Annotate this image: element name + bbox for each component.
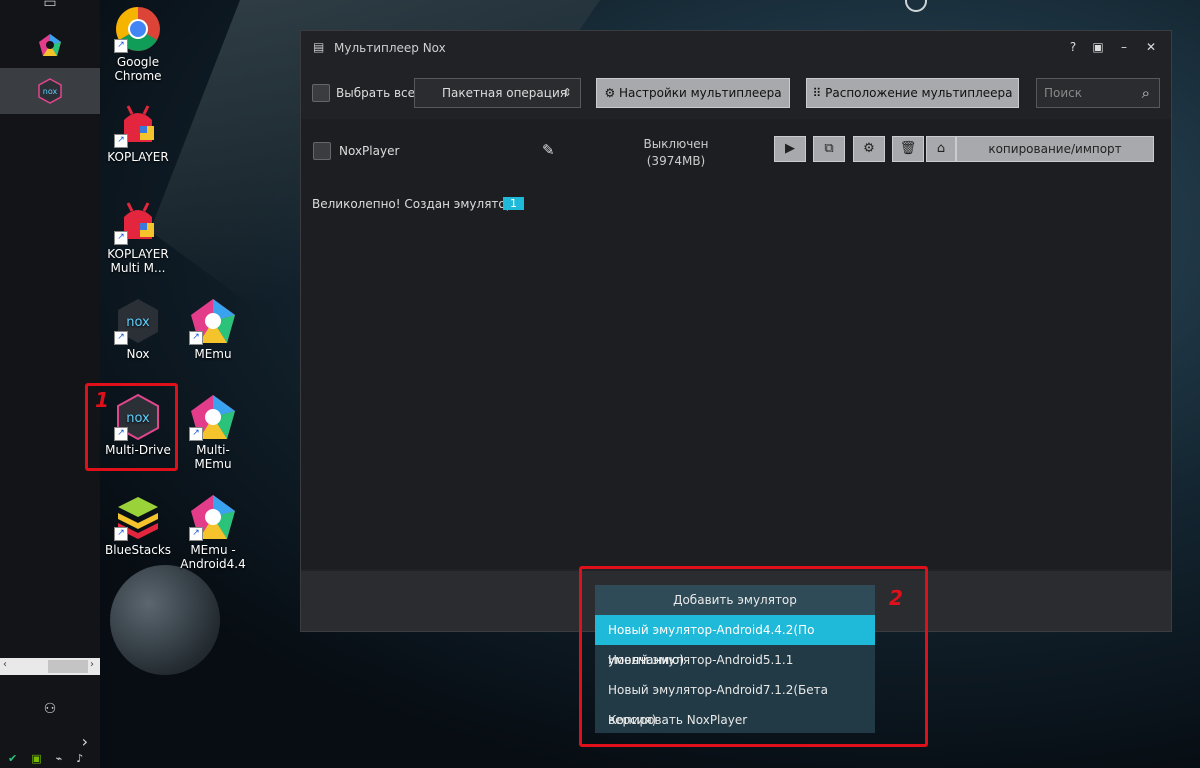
shield-icon[interactable]: ✔ [8, 752, 17, 768]
shortcut-arrow-icon: ↗ [114, 134, 128, 148]
taskbar-scrollbar[interactable]: ‹ › [0, 658, 100, 675]
emulator-status-text: Выключен [643, 137, 709, 151]
desktop-icon-chrome[interactable]: ↗ Google Chrome [103, 5, 173, 83]
edit-icon[interactable]: ✎ [542, 141, 555, 159]
desktop-icon-label: KOPLAYER [107, 150, 169, 164]
desktop-icon-label: Google Chrome [114, 55, 162, 83]
shortcut-arrow-icon: ↗ [189, 331, 203, 345]
shortcut-arrow-icon: ↗ [114, 331, 128, 345]
nox-multiplayer-window: ▤ Мультиплеер Nox ? ▣ – ✕ Выбрать все Па… [300, 30, 1172, 632]
desktop-icon-bluestacks[interactable]: ↗ BlueStacks [103, 493, 173, 557]
multiplayer-icon: ▤ [313, 40, 325, 54]
scroll-right-icon[interactable]: › [90, 659, 94, 670]
taskbar-item-memu[interactable] [0, 22, 100, 68]
people-icon: ⚇ [43, 701, 57, 717]
desktop-icon-memu[interactable]: ↗ MEmu [178, 297, 248, 361]
select-all-checkbox[interactable] [312, 84, 330, 102]
delete-button[interactable]: 🗑 [892, 136, 924, 162]
window-title: Мультиплеер Nox [334, 41, 446, 55]
desktop-icon-label: Nox [126, 347, 150, 361]
scrollbar-thumb[interactable] [48, 660, 88, 673]
multi-memu-icon: ↗ [189, 393, 237, 441]
desktop-icon-label: KOPLAYER Multi M... [107, 247, 169, 275]
desktop-icon-nox[interactable]: nox ↗ Nox [103, 297, 173, 361]
memu-icon: ↗ [189, 297, 237, 345]
clean-button[interactable]: ⌂ [926, 136, 956, 162]
emulator-name: NoxPlayer [339, 144, 400, 158]
search-input[interactable]: Поиск ⌕ [1036, 78, 1160, 108]
multiplayer-settings-label: Настройки мультиплеера [619, 86, 782, 100]
shortcut-arrow-icon: ↗ [189, 427, 203, 441]
monitor-icon: ▭ [43, 0, 57, 11]
window-toolbar: Выбрать все Пакетная операция ⇕ ⚙ Настро… [301, 64, 1171, 119]
annotation-label-1: 1 [95, 388, 109, 412]
memu-android-icon: ↗ [189, 493, 237, 541]
gear-icon: ⚙ [604, 86, 616, 100]
annotation-label-2: 2 [889, 586, 903, 610]
close-icon[interactable]: ✕ [1144, 40, 1158, 54]
desktop-icon-koplayer[interactable]: ↗ KOPLAYER [103, 100, 173, 164]
emulator-checkbox[interactable] [313, 142, 331, 160]
taskbar-item-nox[interactable]: nox [0, 68, 100, 114]
shortcut-arrow-icon: ↗ [114, 231, 128, 245]
folder-icon[interactable]: ▣ [1091, 40, 1105, 54]
multiplayer-layout-button[interactable]: ⠿ Расположение мультиплеера [806, 78, 1019, 108]
search-placeholder: Поиск [1044, 86, 1083, 100]
desktop-icon-koplayer-multi[interactable]: ↗ KOPLAYER Multi M... [103, 197, 173, 275]
scroll-left-icon[interactable]: ‹ [3, 659, 7, 670]
tray-icons: ✔ ▣ ⌁ ♪ [8, 752, 98, 768]
volume-icon[interactable]: ♪ [76, 752, 83, 768]
minimize-icon[interactable]: – [1117, 40, 1131, 54]
multiplayer-layout-label: Расположение мультиплеера [825, 86, 1013, 100]
updown-chevron-icon: ⇕ [562, 86, 572, 99]
desktop-icon-label: Multi-MEmu [194, 443, 232, 471]
batch-operation-value: Пакетная операция [442, 86, 567, 100]
koplayer-multi-icon: ↗ [114, 197, 162, 245]
chevron-right-icon: › [81, 731, 88, 751]
desktop-icon-memu-android44[interactable]: ↗ MEmu - Android4.4 [178, 493, 248, 571]
bluestacks-icon: ↗ [114, 493, 162, 541]
emulator-size: (3974MB) [646, 154, 706, 168]
settings-button[interactable]: ⚙ [853, 136, 885, 162]
play-icon: ▶ [785, 141, 795, 156]
memu-icon [39, 34, 61, 56]
nvidia-icon[interactable]: ▣ [31, 752, 41, 768]
emulator-status: Выключен (3974MB) [621, 136, 731, 170]
annotation-box-2 [579, 566, 928, 747]
status-count-badge: 1 [503, 197, 524, 210]
trash-icon: 🗑 [899, 141, 917, 156]
status-message: Великолепно! Создан эмулятор: [312, 197, 518, 211]
play-button[interactable]: ▶ [774, 136, 806, 162]
gear-icon: ⚙ [863, 141, 875, 156]
select-all-label: Выбрать все [336, 86, 416, 100]
shortcut-arrow-icon: ↗ [114, 527, 128, 541]
koplayer-icon: ↗ [114, 100, 162, 148]
nox-icon: nox ↗ [114, 297, 162, 345]
copy-import-button[interactable]: копирование/импорт [956, 136, 1154, 162]
shortcut-arrow-icon: ↗ [189, 527, 203, 541]
desktop-icon-multi-memu[interactable]: ↗ Multi-MEmu [178, 393, 248, 471]
emulator-list [301, 119, 1171, 569]
background-planet [110, 565, 220, 675]
broom-icon: ⌂ [936, 141, 946, 156]
batch-operation-select[interactable]: Пакетная операция ⇕ [414, 78, 581, 108]
desktop-icon-label: MEmu - Android4.4 [180, 543, 246, 571]
shortcut-arrow-icon: ↗ [114, 39, 128, 53]
chrome-icon: ↗ [114, 5, 162, 53]
nox-icon: nox [38, 78, 62, 104]
help-icon[interactable]: ? [1066, 40, 1080, 54]
shortcut-icon: ⧉ [824, 141, 834, 156]
window-titlebar[interactable]: ▤ Мультиплеер Nox ? ▣ – ✕ [301, 31, 1171, 64]
shortcut-button[interactable]: ⧉ [813, 136, 845, 162]
usb-icon[interactable]: ⌁ [56, 752, 63, 768]
search-icon[interactable]: ⌕ [1142, 79, 1150, 107]
svg-text:nox: nox [126, 315, 150, 330]
multiplayer-settings-button[interactable]: ⚙ Настройки мультиплеера [596, 78, 790, 108]
background-ring [905, 0, 927, 12]
svg-text:nox: nox [43, 87, 58, 96]
desktop-icon-label: BlueStacks [104, 543, 172, 557]
grid-icon: ⠿ [812, 86, 822, 100]
desktop-icon-label: MEmu [194, 347, 232, 361]
